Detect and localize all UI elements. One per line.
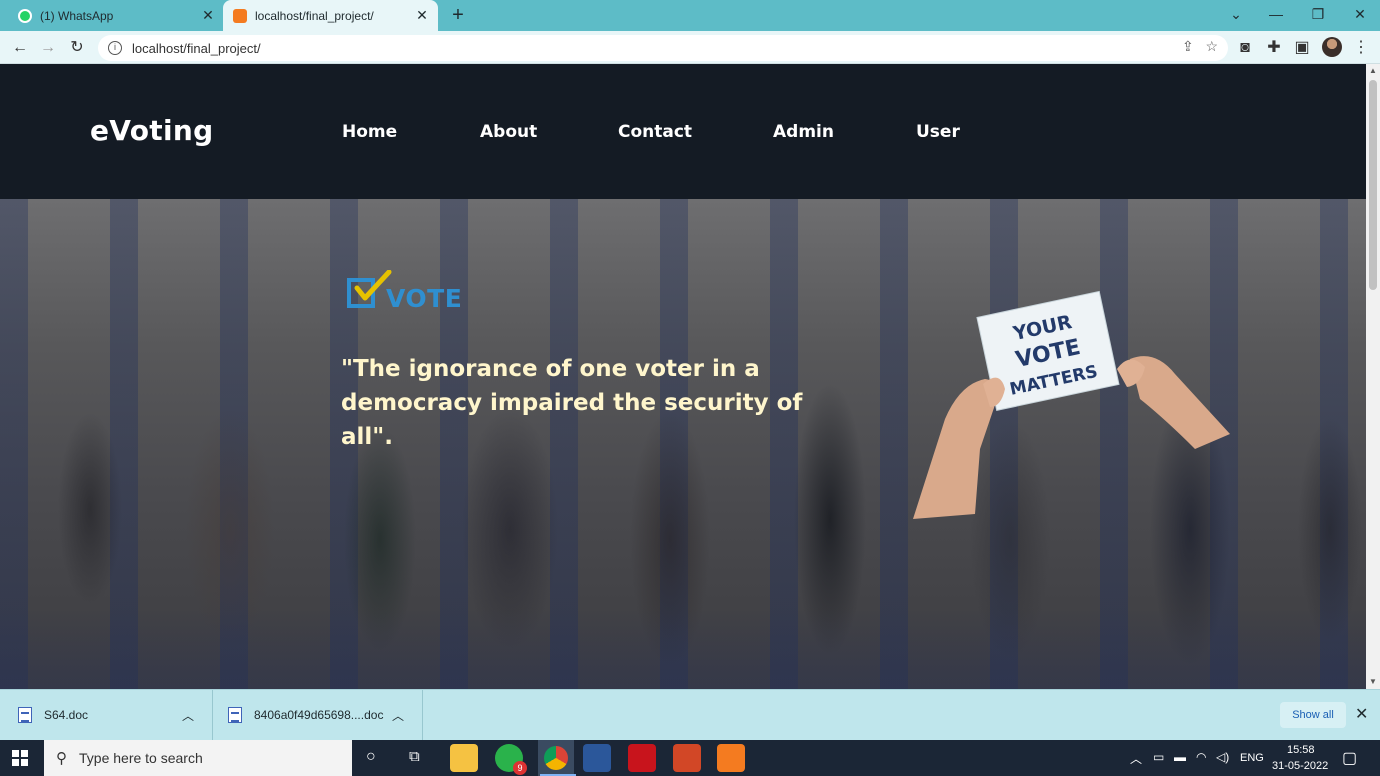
address-bar[interactable]: i localhost/final_project/ ⇪ ☆ bbox=[98, 35, 1228, 61]
chevron-up-icon[interactable]: ︿ bbox=[182, 707, 194, 724]
whatsapp-badge: 9 bbox=[513, 761, 527, 775]
side-panel-icon[interactable]: ▣ bbox=[1290, 36, 1314, 60]
language-indicator[interactable]: ENG bbox=[1240, 752, 1264, 764]
taskbar-search-input[interactable]: ⚲ Type here to search bbox=[44, 740, 352, 776]
word-doc-icon bbox=[228, 707, 242, 723]
site-navbar: eVoting Home About Contact Admin User bbox=[0, 64, 1366, 199]
nav-user[interactable]: User bbox=[916, 122, 960, 142]
restore-button[interactable]: ❐ bbox=[1298, 0, 1338, 31]
search-placeholder: Type here to search bbox=[79, 750, 203, 766]
clock-date[interactable]: 31-05-2022 bbox=[1272, 760, 1328, 772]
download-filename: 8406a0f49d65698....doc bbox=[254, 708, 384, 722]
tab-title: (1) WhatsApp bbox=[40, 8, 114, 23]
search-icon: ⚲ bbox=[56, 750, 67, 767]
task-view-icon[interactable]: ⧉ bbox=[409, 748, 420, 765]
url-text: localhost/final_project/ bbox=[132, 40, 261, 56]
battery-icon[interactable]: ▬ bbox=[1174, 750, 1186, 764]
bookmark-star-icon[interactable]: ⇪ ☆ bbox=[1182, 38, 1218, 55]
acrobat-icon[interactable] bbox=[628, 744, 656, 772]
show-hidden-icons-icon[interactable]: ︿ bbox=[1130, 750, 1142, 767]
new-tab-button[interactable]: + bbox=[447, 4, 469, 26]
forward-icon[interactable]: → bbox=[36, 36, 60, 60]
webpage: eVoting Home About Contact Admin User VO… bbox=[0, 64, 1366, 689]
download-item[interactable]: 8406a0f49d65698....doc ︿ bbox=[213, 690, 423, 740]
close-window-button[interactable]: ✕ bbox=[1340, 0, 1380, 31]
site-brand[interactable]: eVoting bbox=[90, 114, 213, 147]
meet-now-icon[interactable]: ▭ bbox=[1153, 750, 1164, 764]
clock-time[interactable]: 15:58 bbox=[1287, 744, 1315, 756]
tab-whatsapp[interactable]: (1) WhatsApp ✕ bbox=[8, 0, 224, 31]
close-icon[interactable]: ✕ bbox=[412, 7, 432, 24]
nav-about[interactable]: About bbox=[480, 122, 537, 142]
windows-taskbar: ⚲ Type here to search ○ ⧉ 9 ︿ ▭ ▬ ◠ ◁) E… bbox=[0, 740, 1380, 776]
scroll-up-icon[interactable]: ▲ bbox=[1366, 64, 1380, 78]
quote-line-2: democracy impaired the security of all". bbox=[341, 390, 803, 450]
tab-search-icon[interactable]: ⌄ bbox=[1216, 0, 1256, 31]
download-item[interactable]: S64.doc ︿ bbox=[0, 690, 213, 740]
file-explorer-icon[interactable] bbox=[450, 744, 478, 772]
camera-icon[interactable]: ◙ bbox=[1233, 36, 1257, 60]
powerpoint-icon[interactable] bbox=[673, 744, 701, 772]
close-icon[interactable]: ✕ bbox=[198, 7, 218, 24]
wifi-icon[interactable]: ◠ bbox=[1196, 750, 1206, 764]
tab-final-project[interactable]: localhost/final_project/ ✕ bbox=[223, 0, 438, 31]
menu-icon[interactable]: ⋮ bbox=[1349, 36, 1373, 60]
hero-section: VOTE "The ignorance of one voter in a de… bbox=[0, 199, 1366, 689]
word-icon[interactable] bbox=[583, 744, 611, 772]
download-filename: S64.doc bbox=[44, 708, 89, 722]
info-icon[interactable]: i bbox=[108, 41, 122, 55]
downloads-bar: S64.doc ︿ 8406a0f49d65698....doc ︿ Show … bbox=[0, 689, 1380, 740]
chevron-up-icon[interactable]: ︿ bbox=[392, 707, 404, 724]
nav-contact[interactable]: Contact bbox=[618, 122, 692, 142]
back-icon[interactable]: ← bbox=[8, 36, 32, 60]
whatsapp-taskbar-icon[interactable]: 9 bbox=[495, 744, 527, 775]
nav-admin[interactable]: Admin bbox=[773, 122, 834, 142]
your-vote-matters-image: YOUR VOTE MATTERS bbox=[913, 290, 1230, 519]
cortana-icon[interactable]: ○ bbox=[366, 748, 376, 766]
browser-toolbar: ← → ↻ i localhost/final_project/ ⇪ ☆ ◙ ✚… bbox=[0, 31, 1380, 64]
scroll-down-icon[interactable]: ▼ bbox=[1366, 675, 1380, 689]
show-all-button[interactable]: Show all bbox=[1280, 702, 1346, 728]
page-scrollbar[interactable]: ▲ ▼ bbox=[1366, 64, 1380, 689]
nav-home[interactable]: Home bbox=[342, 122, 397, 142]
volume-icon[interactable]: ◁) bbox=[1216, 750, 1229, 764]
scroll-thumb[interactable] bbox=[1369, 80, 1377, 290]
hero-quote: "The ignorance of one voter in a democra… bbox=[341, 352, 861, 454]
extensions-icon[interactable]: ✚ bbox=[1262, 36, 1286, 60]
vote-logo-text: VOTE bbox=[386, 284, 463, 313]
minimize-button[interactable]: — bbox=[1256, 0, 1296, 31]
vote-logo: VOTE bbox=[347, 270, 467, 314]
tab-title: localhost/final_project/ bbox=[255, 8, 374, 23]
quote-line-1: "The ignorance of one voter in a bbox=[341, 356, 760, 382]
whatsapp-icon bbox=[18, 8, 32, 23]
reload-icon[interactable]: ↻ bbox=[65, 36, 89, 60]
windows-start-icon[interactable] bbox=[12, 750, 28, 766]
chrome-taskbar-icon[interactable] bbox=[538, 740, 576, 776]
close-icon[interactable]: ✕ bbox=[1355, 704, 1368, 724]
profile-avatar[interactable] bbox=[1322, 37, 1342, 57]
xampp-taskbar-icon[interactable] bbox=[717, 744, 745, 772]
notifications-icon[interactable]: ▢ bbox=[1342, 748, 1357, 768]
tab-strip: (1) WhatsApp ✕ localhost/final_project/ … bbox=[0, 0, 1380, 31]
word-doc-icon bbox=[18, 707, 32, 723]
xampp-icon bbox=[233, 8, 247, 23]
